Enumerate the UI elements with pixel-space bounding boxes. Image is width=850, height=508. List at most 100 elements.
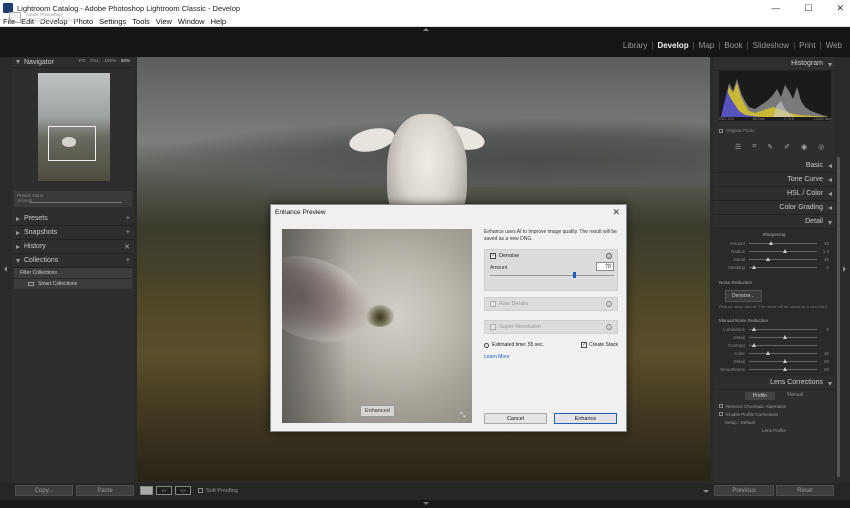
denoise-checkbox[interactable]: ✓ [490, 253, 496, 259]
zoom-fill[interactable]: FILL [90, 58, 99, 63]
zoom-50[interactable]: 50% [121, 58, 130, 63]
tone-curve-header[interactable]: Tone Curve [713, 173, 835, 187]
noise-reduction-slider-track[interactable] [749, 327, 817, 331]
collection-item-smart[interactable]: Smart Collections [14, 279, 132, 290]
sharpening-slider-track[interactable] [749, 257, 817, 261]
noise-reduction-slider-knob[interactable] [766, 351, 770, 355]
navigator-header[interactable]: Navigator FIT FILL 100% 50% [12, 57, 134, 68]
noise-reduction-slider-knob[interactable] [783, 367, 787, 371]
menu-view[interactable]: View [156, 17, 172, 26]
left-panel-toggle-icon[interactable] [4, 266, 7, 272]
before-after-split-icon[interactable]: Y|Y [175, 486, 191, 495]
noise-reduction-slider-track[interactable] [749, 359, 817, 363]
navigator-thumbnail[interactable] [38, 73, 110, 181]
amount-slider-knob[interactable] [572, 272, 576, 278]
menu-settings[interactable]: Settings [99, 17, 126, 26]
brush-icon[interactable]: ✐ [784, 143, 790, 151]
noise-reduction-slider-value[interactable]: 0 [817, 327, 829, 332]
denoise-button[interactable]: Denoise... [725, 290, 762, 302]
module-develop[interactable]: Develop [657, 41, 688, 50]
masking-icon[interactable]: ◎ [818, 143, 824, 151]
tab-profile[interactable]: Profile [744, 392, 775, 400]
before-after-icon[interactable]: XY [156, 486, 172, 495]
right-panel-scrollbar[interactable] [837, 157, 840, 477]
module-web[interactable]: Web [826, 41, 842, 50]
enhance-preview-image[interactable]: Enhanced ⤡ [282, 229, 472, 423]
collection-item-filter[interactable]: Filter Collections [14, 268, 132, 279]
menu-window[interactable]: Window [178, 17, 205, 26]
soft-proofing-checkbox[interactable] [198, 488, 203, 493]
crop-icon[interactable]: ⌗ [752, 143, 756, 151]
copy-button[interactable]: Copy... [15, 485, 73, 496]
sharpening-slider-track[interactable] [749, 249, 817, 253]
soft-proofing-toggle[interactable]: Soft Proofing [198, 488, 238, 494]
noise-reduction-slider-track[interactable] [749, 367, 817, 371]
sharpening-slider-value[interactable]: 1.0 [817, 249, 829, 254]
denoise-head[interactable]: ✓ Denoise i [485, 250, 617, 262]
noise-reduction-slider-track[interactable] [749, 343, 817, 347]
edit-sliders-icon[interactable]: ☰ [735, 143, 741, 151]
collections-header[interactable]: Collections + [12, 254, 134, 268]
right-panel-toggle-icon[interactable] [843, 266, 846, 272]
cancel-button[interactable]: Cancel [484, 413, 547, 424]
profile-corrections-checkbox[interactable] [719, 412, 723, 416]
color-grading-header[interactable]: Color Grading [713, 201, 835, 215]
original-photo-checkbox[interactable] [719, 128, 723, 133]
noise-reduction-slider-knob[interactable] [752, 327, 757, 331]
denoise-info-icon[interactable]: i [606, 253, 612, 259]
add-snapshot-icon[interactable]: + [126, 229, 130, 236]
sharpening-slider-knob[interactable] [752, 265, 757, 269]
sharpening-slider-value[interactable]: 0 [817, 265, 829, 270]
super-resolution-info-icon[interactable]: i [606, 324, 612, 330]
add-preset-icon[interactable]: + [126, 215, 130, 222]
lens-corrections-header[interactable]: Lens Corrections [713, 376, 835, 390]
histogram-header[interactable]: Histogram [713, 57, 835, 71]
noise-reduction-slider-knob[interactable] [752, 343, 757, 347]
remove-ca-row[interactable]: Remove Chromatic Aberration [713, 402, 835, 410]
original-photo-toggle[interactable]: Original Photo [719, 128, 755, 133]
heal-icon[interactable]: ✎ [767, 143, 773, 151]
amount-slider-track[interactable] [490, 275, 614, 276]
presets-header[interactable]: Presets + [12, 212, 134, 226]
module-book[interactable]: Book [724, 41, 742, 50]
raw-details-info-icon[interactable]: i [606, 301, 612, 307]
create-stack-toggle[interactable]: ✓ Create Stack [581, 342, 618, 348]
close-window-button[interactable]: ✕ [836, 3, 844, 14]
module-library[interactable]: Library [623, 41, 647, 50]
sharpening-slider-knob[interactable] [766, 257, 770, 261]
learn-more-link[interactable]: Learn More [484, 354, 510, 360]
menu-tools[interactable]: Tools [132, 17, 150, 26]
menu-help[interactable]: Help [211, 17, 226, 26]
minimize-button[interactable]: — [771, 3, 780, 14]
noise-reduction-slider-value[interactable]: 25 [817, 351, 829, 356]
sharpening-slider-value[interactable]: 40 [817, 241, 829, 246]
histogram-graph[interactable] [719, 71, 831, 121]
navigator-viewport-box[interactable] [48, 126, 96, 161]
remove-ca-checkbox[interactable] [719, 404, 723, 408]
noise-reduction-slider-value[interactable]: 50 [817, 367, 829, 372]
noise-reduction-slider-value[interactable]: 50 [817, 359, 829, 364]
detail-header[interactable]: Detail [713, 215, 835, 229]
zoom-100[interactable]: 100% [104, 58, 116, 63]
sharpening-slider-knob[interactable] [783, 249, 787, 253]
previous-button[interactable]: Previous [714, 485, 774, 496]
module-slideshow[interactable]: Slideshow [753, 41, 789, 50]
maximize-button[interactable]: ☐ [804, 3, 812, 14]
paste-button[interactable]: Paste [76, 485, 134, 496]
noise-reduction-slider-knob[interactable] [783, 359, 787, 363]
sharpening-slider-value[interactable]: 25 [817, 257, 829, 262]
setup-row[interactable]: Setup : Default [713, 418, 835, 426]
zoom-fit[interactable]: FIT [79, 58, 86, 63]
sharpening-slider-track[interactable] [749, 265, 817, 269]
amount-input[interactable]: 70 [596, 262, 614, 271]
snapshots-header[interactable]: Snapshots + [12, 226, 134, 240]
module-map[interactable]: Map [699, 41, 715, 50]
profile-corrections-row[interactable]: Enable Profile Corrections [713, 410, 835, 418]
filmstrip-toggle-icon[interactable] [423, 502, 429, 505]
loupe-view-icon[interactable] [140, 486, 153, 495]
enhance-button[interactable]: Enhance [554, 413, 617, 424]
add-collection-icon[interactable]: + [126, 257, 130, 264]
sharpening-slider-knob[interactable] [769, 241, 774, 245]
clear-history-icon[interactable]: ✕ [124, 243, 130, 251]
redeye-icon[interactable]: ◉ [801, 143, 807, 151]
